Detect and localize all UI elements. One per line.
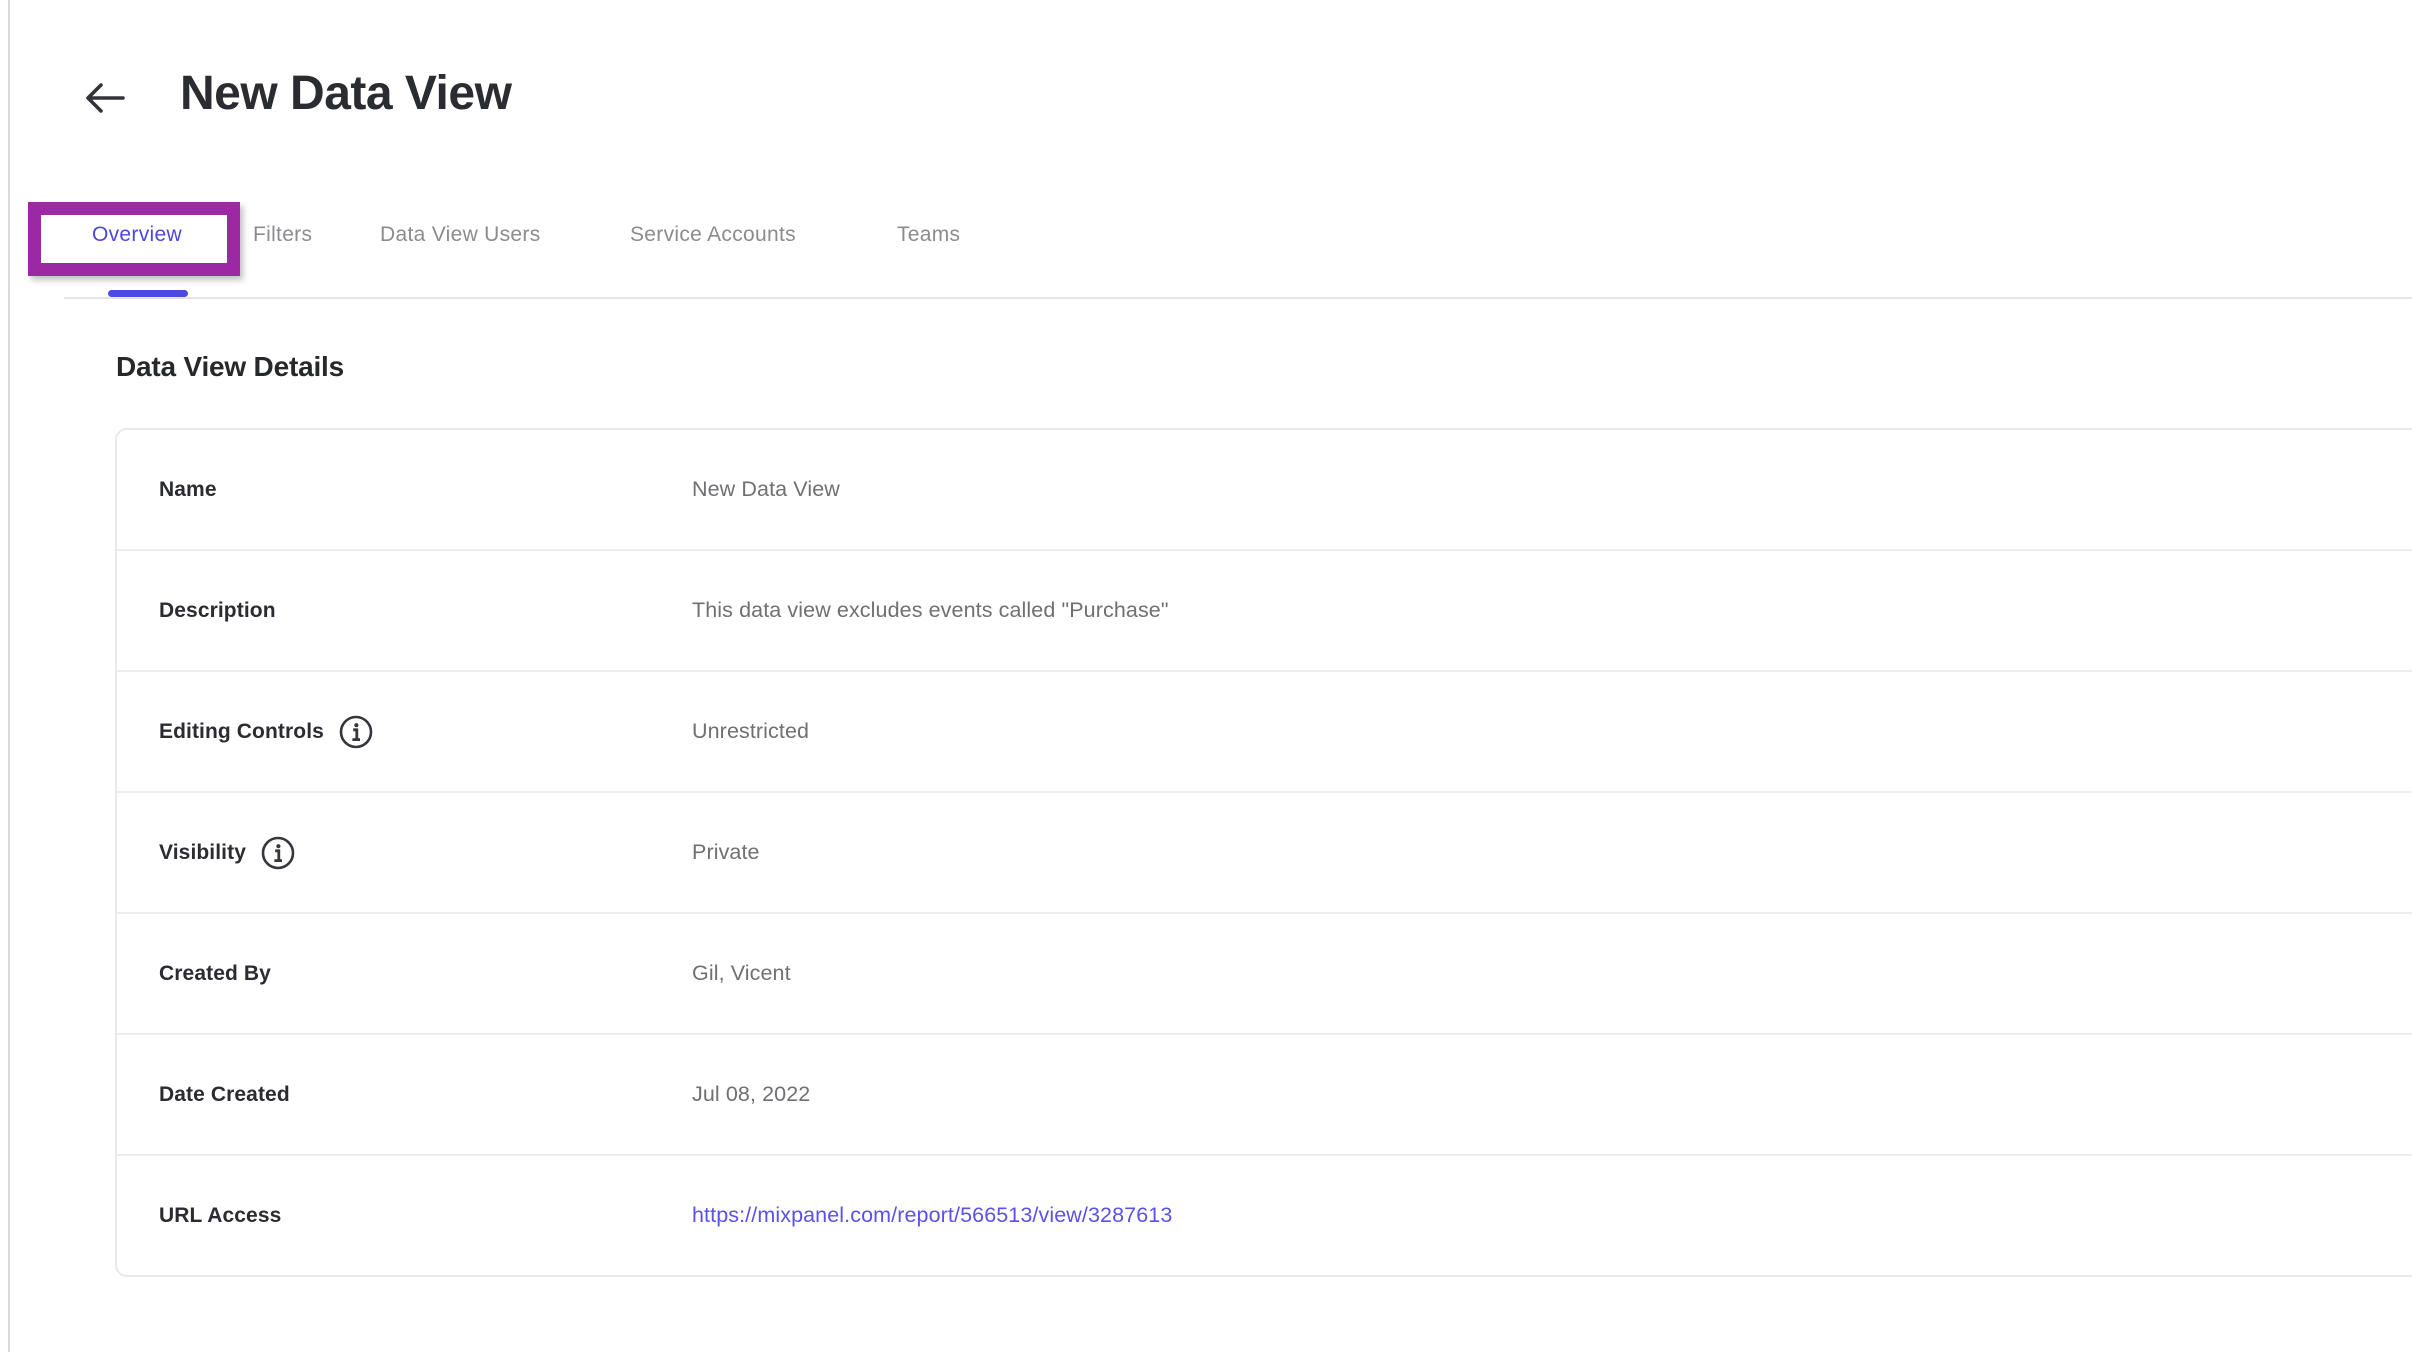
tab-overview[interactable]: Overview xyxy=(92,219,182,251)
detail-label: Editing Controls xyxy=(159,720,324,744)
detail-row-editing-controls: Editing Controls Unrestricted xyxy=(117,672,2412,793)
detail-label: URL Access xyxy=(159,1204,281,1228)
arrow-left-icon xyxy=(81,78,127,118)
back-button[interactable] xyxy=(78,74,130,122)
info-circle-icon[interactable] xyxy=(338,714,374,750)
info-circle-icon[interactable] xyxy=(260,835,296,871)
tab-filters[interactable]: Filters xyxy=(253,219,312,251)
tab-teams[interactable]: Teams xyxy=(897,219,960,251)
detail-row-url-access: URL Access https://mixpanel.com/report/5… xyxy=(117,1156,2412,1275)
detail-row-created-by: Created By Gil, Vicent xyxy=(117,914,2412,1035)
details-card: Name New Data View Description This data… xyxy=(115,428,2412,1277)
detail-label: Name xyxy=(159,478,217,502)
tab-data-view-users[interactable]: Data View Users xyxy=(380,219,541,251)
data-view-settings-page: New Data View Overview Filters Data View… xyxy=(0,0,2412,1352)
left-pane-divider xyxy=(8,0,10,1352)
page-title: New Data View xyxy=(180,66,511,122)
detail-row-name: Name New Data View xyxy=(117,430,2412,551)
detail-value: New Data View xyxy=(692,477,840,502)
active-tab-indicator xyxy=(108,290,188,297)
detail-value: Jul 08, 2022 xyxy=(692,1082,810,1107)
tab-service-accounts[interactable]: Service Accounts xyxy=(630,219,796,251)
detail-value: Gil, Vicent xyxy=(692,961,791,986)
detail-value: This data view excludes events called "P… xyxy=(692,598,1169,623)
detail-label: Description xyxy=(159,599,276,623)
tab-bar-divider xyxy=(64,297,2412,299)
section-title: Data View Details xyxy=(116,350,344,384)
url-access-link[interactable]: https://mixpanel.com/report/566513/view/… xyxy=(692,1203,1172,1228)
detail-value: Unrestricted xyxy=(692,719,809,744)
detail-value: Private xyxy=(692,840,760,865)
detail-row-description: Description This data view excludes even… xyxy=(117,551,2412,672)
detail-row-visibility: Visibility Private xyxy=(117,793,2412,914)
detail-label: Visibility xyxy=(159,841,246,865)
detail-label: Date Created xyxy=(159,1083,290,1107)
detail-row-date-created: Date Created Jul 08, 2022 xyxy=(117,1035,2412,1156)
detail-label: Created By xyxy=(159,962,271,986)
